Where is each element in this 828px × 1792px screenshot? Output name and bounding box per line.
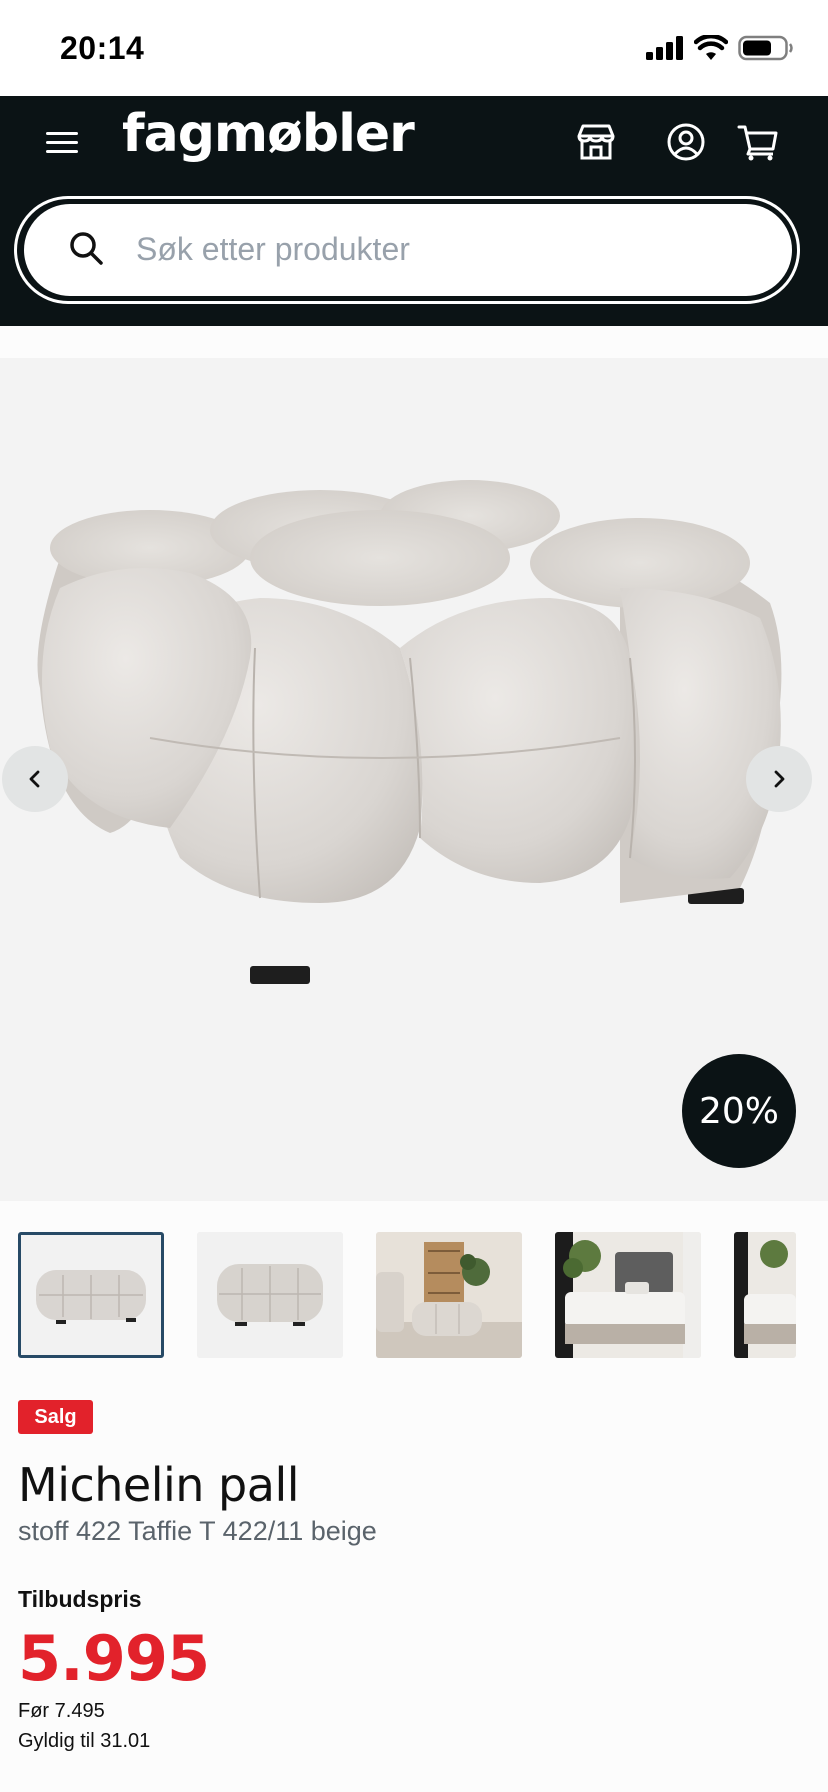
product-price: 5.995 [18,1622,210,1695]
before-price: Før 7.495 [18,1700,105,1722]
thumb-ottoman-side [197,1232,343,1358]
menu-icon-line [46,150,78,153]
site-logo[interactable]: fagmøbler [122,104,415,164]
prev-image-button[interactable] [2,746,68,812]
search-input[interactable] [136,224,736,274]
thumb-ottoman-front [21,1235,161,1355]
thumbnail-3[interactable] [376,1232,522,1358]
thumb-bedroom-2 [734,1232,796,1358]
cellular-signal-icon [646,36,683,60]
cart-icon[interactable] [736,120,780,164]
thumb-living-room [376,1232,522,1358]
price-label: Tilbudspris [18,1586,142,1612]
chevron-left-icon [29,770,40,788]
product-variant: stoff 422 Taffie T 422/11 beige [18,1516,377,1546]
search-icon[interactable] [66,228,106,268]
status-icons [646,34,794,62]
offer-valid-until: Gyldig til 31.01 [18,1730,151,1752]
wifi-icon [694,35,728,60]
battery-icon [738,35,793,61]
thumbnail-2[interactable] [197,1232,343,1358]
store-icon[interactable] [574,120,618,164]
status-bar: 20:14 [0,0,828,96]
product-title: Michelin pall [18,1458,300,1512]
sale-badge: Salg [18,1400,93,1434]
thumb-bedroom [555,1232,701,1358]
status-time: 20:14 [60,30,145,66]
next-image-button[interactable] [746,746,812,812]
menu-button[interactable] [44,128,82,158]
thumbnail-1[interactable] [18,1232,164,1358]
discount-badge: 20% [682,1054,796,1168]
thumbnail-strip [18,1232,796,1360]
thumbnail-4[interactable] [555,1232,701,1358]
account-icon[interactable] [664,120,708,164]
menu-icon-line [46,132,78,135]
thumbnail-5[interactable] [734,1232,796,1358]
menu-icon-line [46,141,78,144]
chevron-right-icon [774,770,785,788]
